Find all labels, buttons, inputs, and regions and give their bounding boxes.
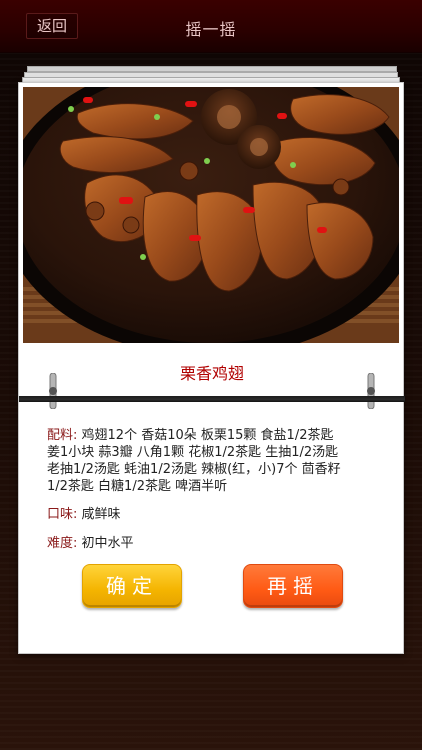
taste-value: 咸鲜味 [81, 507, 121, 522]
dish-photo [23, 87, 399, 343]
binder-ring-left [49, 373, 57, 409]
ingredients-line: 老抽1/2汤匙 蚝油1/2汤匙 辣椒(红，小)7个 茴香籽 [47, 462, 341, 477]
binder-ring-right [367, 373, 375, 409]
taste: 口味: 咸鲜味 [47, 506, 387, 523]
difficulty: 难度: 初中水平 [47, 535, 387, 552]
page-divider [19, 396, 405, 402]
ingredients-line: 姜1小块 蒜3瓣 八角1颗 花椒1/2茶匙 生抽1/2汤匙 [47, 445, 339, 460]
recipe-card: 栗香鸡翅 配料: 鸡翅12个 香菇10朵 板栗15颗 食盐1/2茶匙 姜1小块 … [18, 82, 405, 654]
difficulty-value: 初中水平 [81, 536, 134, 551]
difficulty-label: 难度: [47, 536, 78, 551]
ingredients-text: 鸡翅12个 香菇10朵 板栗15颗 食盐1/2茶匙 [81, 428, 334, 443]
ingredients: 配料: 鸡翅12个 香菇10朵 板栗15颗 食盐1/2茶匙 姜1小块 蒜3瓣 八… [47, 427, 387, 495]
page-title: 摇一摇 [185, 20, 237, 39]
taste-label: 口味: [47, 507, 78, 522]
ingredients-line: 1/2茶匙 白糖1/2茶匙 啤酒半听 [47, 479, 228, 494]
ingredients-label: 配料: [47, 428, 78, 443]
shake-again-button[interactable]: 再摇 [243, 564, 343, 608]
ingredients-line: 配料: 鸡翅12个 香菇10朵 板栗15颗 食盐1/2茶匙 [47, 427, 387, 444]
top-bar: 返回 摇一摇 [0, 0, 422, 53]
dish-name: 栗香鸡翅 [179, 364, 244, 383]
confirm-button[interactable]: 确定 [82, 564, 182, 608]
